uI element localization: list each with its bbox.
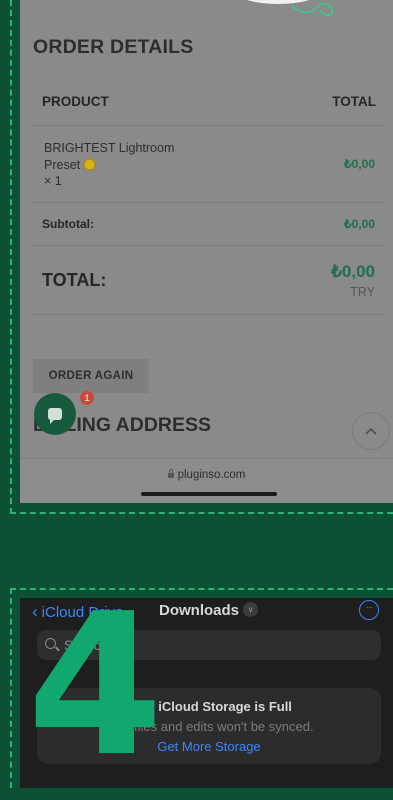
total-currency: TRY [350,285,375,299]
step-number: 4 [27,572,164,800]
order-item-price: ₺0,00 [344,157,375,171]
scroll-to-top-button[interactable] [352,412,390,450]
order-item-name-2: Preset [44,157,81,172]
divider [33,202,384,203]
dashed-guide-left [10,0,12,514]
decorative-squiggle-icon [291,3,333,16]
dashed-guide-top-divider [10,512,393,514]
address-bar-url[interactable]: pluginso.com [20,469,393,481]
total-value: ₺0,00 [331,262,375,281]
order-screenshot: ORDER DETAILS PRODUCT TOTAL BRIGHTEST Li… [20,0,393,503]
lock-icon [167,469,174,478]
dashed-guide-left-bottom [10,588,12,788]
chevron-up-icon [365,427,377,435]
folder-title[interactable]: Downloads [159,602,239,619]
subtotal-value: ₺0,00 [344,217,375,231]
subtotal-label: Subtotal: [42,217,94,231]
divider [33,245,384,246]
order-again-button[interactable]: ORDER AGAIN [33,359,149,393]
chat-notification-badge: 1 [80,391,94,405]
chat-icon [48,408,62,424]
divider [33,314,384,315]
divider [33,125,384,126]
url-text: pluginso.com [177,469,246,481]
chat-button[interactable] [34,393,76,435]
order-item-link[interactable]: BRIGHTEST Lightroom [44,141,174,155]
sun-icon [84,159,95,169]
product-column-header: PRODUCT [42,94,109,109]
order-details-heading: ORDER DETAILS [33,36,194,58]
home-indicator [141,492,277,496]
total-column-header: TOTAL [332,94,376,109]
order-item-quantity: × 1 [44,174,62,188]
order-item: BRIGHTEST Lightroom Preset × 1 [44,140,174,190]
more-options-icon[interactable]: ··· [359,600,379,620]
total-label: TOTAL: [42,270,107,290]
chevron-down-icon[interactable]: ∨ [243,602,258,617]
